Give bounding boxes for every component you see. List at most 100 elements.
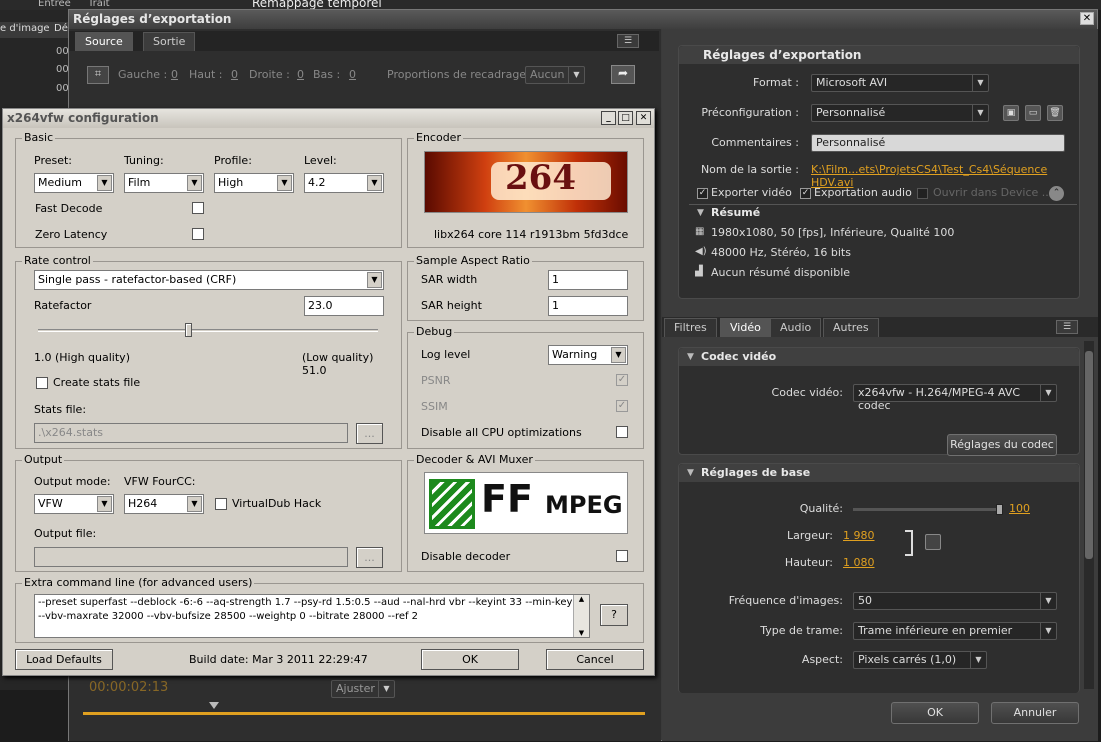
profile-combo[interactable]: High ▼ — [214, 173, 294, 193]
output-mode-combo[interactable]: VFW ▼ — [34, 494, 114, 514]
close-icon[interactable]: ✕ — [1080, 12, 1094, 25]
tab-filtres[interactable]: Filtres — [664, 318, 717, 337]
bg-row: 00 — [56, 46, 69, 57]
export-video-checkbox[interactable]: ✓ — [697, 188, 708, 199]
tab-audio[interactable]: Audio — [770, 318, 822, 337]
stats-file-field[interactable]: .\x264.stats — [34, 423, 348, 443]
triangle-down-icon[interactable]: ▼ — [697, 208, 704, 218]
codec-label: Codec vidéo: — [771, 386, 843, 399]
sar-width-field[interactable]: 1 — [548, 270, 628, 290]
fps-dropdown[interactable]: 50 ▼ — [853, 592, 1057, 610]
virtualdub-hack-checkbox[interactable] — [215, 498, 227, 510]
x264-titlebar[interactable]: x264vfw configuration _ □ ✕ — [3, 109, 654, 128]
stats-browse-button[interactable]: ... — [356, 423, 383, 444]
fast-decode-checkbox[interactable] — [192, 202, 204, 214]
triangle-down-icon[interactable]: ▼ — [687, 352, 694, 362]
crop-right-value[interactable]: 0 — [297, 68, 304, 81]
crop-ratio-dropdown[interactable]: Aucun ▼ — [525, 66, 585, 84]
minimize-icon[interactable]: _ — [601, 111, 616, 125]
chevron-down-icon: ▼ — [97, 175, 112, 191]
disable-decoder-checkbox[interactable] — [616, 550, 628, 562]
rate-mode-combo[interactable]: Single pass - ratefactor-based (CRF) ▼ — [34, 270, 384, 290]
rate-low-label: 1.0 (High quality) — [34, 351, 130, 364]
codec-dropdown[interactable]: x264vfw - H.264/MPEG-4 AVC codec ▼ — [853, 384, 1057, 412]
fourcc-combo[interactable]: H264 ▼ — [124, 494, 204, 514]
collapse-icon[interactable]: ⌃ — [1049, 186, 1064, 201]
scrollbar[interactable]: ▲ ▼ — [573, 595, 589, 637]
panel-menu-icon[interactable]: ☰ — [617, 34, 639, 48]
zero-latency-checkbox[interactable] — [192, 228, 204, 240]
timeline-bar[interactable] — [83, 712, 645, 715]
preset-dropdown[interactable]: Personnalisé ▼ — [811, 104, 989, 122]
tuning-combo[interactable]: Film ▼ — [124, 173, 204, 193]
bg-row: 00 — [56, 83, 69, 94]
disable-decoder-label: Disable decoder — [421, 550, 511, 563]
height-value[interactable]: 1 080 — [843, 556, 875, 569]
playhead-icon[interactable] — [209, 702, 219, 709]
triangle-down-icon[interactable]: ▼ — [687, 468, 694, 478]
quality-value[interactable]: 100 — [1009, 502, 1030, 515]
log-level-combo[interactable]: Warning ▼ — [548, 345, 628, 365]
ok-button[interactable]: OK — [891, 702, 979, 724]
tab-video[interactable]: Vidéo — [720, 318, 771, 337]
folder-icon[interactable]: ▭ — [1025, 105, 1041, 121]
sar-height-field[interactable]: 1 — [548, 296, 628, 316]
crop-left-value[interactable]: 0 — [171, 68, 178, 81]
open-device-checkbox[interactable] — [917, 188, 928, 199]
help-button[interactable]: ? — [600, 604, 628, 626]
ffmpeg-logo-mpeg: MPEG — [545, 491, 623, 519]
aspect-dropdown[interactable]: Pixels carrés (1,0) ▼ — [853, 651, 987, 669]
close-icon[interactable]: ✕ — [636, 111, 651, 125]
trash-icon[interactable]: 🗑 — [1047, 105, 1063, 121]
export-audio-checkbox[interactable]: ✓ — [800, 188, 811, 199]
ssim-checkbox[interactable]: ✓ — [616, 400, 628, 412]
cancel-button[interactable]: Cancel — [546, 649, 644, 670]
cancel-button[interactable]: Annuler — [991, 702, 1079, 724]
level-combo[interactable]: 4.2 ▼ — [304, 173, 384, 193]
crop-icon[interactable]: ⌗ — [87, 66, 109, 84]
scroll-up-icon[interactable]: ▲ — [574, 595, 589, 603]
export-video-label: Exporter vidéo — [711, 186, 792, 199]
quality-slider-thumb[interactable] — [996, 504, 1003, 515]
psnr-label: PSNR — [421, 374, 451, 387]
chevron-down-icon: ▼ — [972, 75, 988, 91]
tab-autres[interactable]: Autres — [823, 318, 879, 337]
crop-top-label: Haut : — [189, 68, 223, 81]
maximize-icon[interactable]: □ — [618, 111, 633, 125]
crop-bottom-value[interactable]: 0 — [349, 68, 356, 81]
scrollbar[interactable] — [1084, 341, 1094, 689]
save-preset-icon[interactable]: ▣ — [1003, 105, 1019, 121]
arrow-right-icon[interactable]: ➦ — [611, 65, 635, 84]
ratefactor-slider-thumb[interactable] — [185, 323, 192, 337]
crop-top-value[interactable]: 0 — [231, 68, 238, 81]
output-browse-button[interactable]: ... — [356, 547, 383, 568]
panel-menu-icon[interactable]: ☰ — [1056, 320, 1078, 334]
field-type-dropdown[interactable]: Trame inférieure en premier ▼ — [853, 622, 1057, 640]
comments-field[interactable]: Personnalisé — [811, 134, 1065, 152]
extra-cmdline-field[interactable]: --preset superfast --deblock -6:-6 --aq-… — [34, 594, 590, 638]
ok-button[interactable]: OK — [421, 649, 519, 670]
disable-cpu-checkbox[interactable] — [616, 426, 628, 438]
output-file-field[interactable] — [34, 547, 348, 567]
ratefactor-slider[interactable] — [38, 323, 378, 337]
preset-combo[interactable]: Medium ▼ — [34, 173, 114, 193]
link-toggle[interactable] — [925, 534, 941, 550]
zoom-dropdown[interactable]: Ajuster ▼ — [331, 680, 395, 698]
psnr-checkbox[interactable]: ✓ — [616, 374, 628, 386]
codec-settings-button[interactable]: Réglages du codec — [947, 434, 1057, 456]
ratefactor-field[interactable]: 23.0 — [304, 296, 384, 316]
tab-source[interactable]: Source — [75, 32, 133, 51]
output-mode-label: Output mode: — [34, 475, 111, 488]
tab-sortie[interactable]: Sortie — [143, 32, 196, 51]
export-window-titlebar[interactable]: Réglages d’exportation ✕ — [69, 10, 1097, 29]
quality-slider[interactable] — [853, 504, 1003, 515]
scrollbar-thumb[interactable] — [1085, 351, 1093, 559]
create-stats-checkbox[interactable] — [36, 377, 48, 389]
summary-audio: 48000 Hz, Stéréo, 16 bits — [711, 246, 851, 259]
load-defaults-button[interactable]: Load Defaults — [15, 649, 113, 670]
format-dropdown[interactable]: Microsoft AVI ▼ — [811, 74, 989, 92]
encoder-group-title: Encoder — [414, 131, 463, 144]
scroll-down-icon[interactable]: ▼ — [574, 629, 589, 637]
speaker-icon: ◀) — [695, 246, 707, 257]
width-value[interactable]: 1 980 — [843, 529, 875, 542]
